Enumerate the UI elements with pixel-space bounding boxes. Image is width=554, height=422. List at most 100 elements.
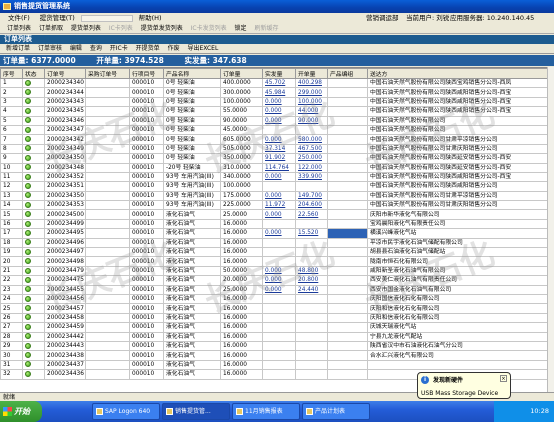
table-cell: [85, 87, 130, 98]
table-cell: 液化石油气: [163, 350, 221, 361]
taskbar-item-report[interactable]: 11月销售报表: [232, 403, 300, 420]
table-row[interactable]: 10 2000234348 000010 -20号 轻柴油 310.0000 114.76…: [0, 162, 554, 173]
status-ok-icon: [25, 211, 31, 218]
new-order-button[interactable]: 新增订单: [3, 44, 33, 54]
tab-lock[interactable]: 锁定: [232, 24, 250, 34]
table-row[interactable]: 8 2000234349 000010 0号 轻柴油 505.0000 37.314 467…: [0, 143, 554, 155]
column-header[interactable]: 状态: [22, 68, 45, 79]
order-grid[interactable]: 序号 状态 订单号 采购订单号 行项目号 产品名称 订单量 实发量 开单量 产品编组 送达方 1 20…: [0, 67, 554, 392]
void-button[interactable]: 作废: [165, 44, 183, 54]
table-row[interactable]: 29 2000234443 000010 液化石油气 16.0000 陕西省汉中市石油液化…: [0, 340, 554, 352]
table-cell: [327, 181, 368, 192]
table-row[interactable]: 30 2000234438 000010 液化石油气 16.0000 合水汇兴液化气有限公…: [0, 350, 554, 361]
table-row[interactable]: 5 2000234346 000010 0号 轻柴油 90.0000 0.000 90.00…: [0, 115, 554, 126]
tab-order-list[interactable]: 订单列表: [4, 24, 34, 34]
table-cell: 2000234479: [44, 265, 86, 277]
table-row[interactable]: 28 2000234442 000010 液化石油气 16.0000 宁县九龙液化气配站: [0, 331, 554, 342]
tab-delivery-ship-list[interactable]: 提货单发货列表: [138, 24, 186, 34]
table-row[interactable]: 12 2000234351 000010 93号 车用汽油(III) 100.0000 中…: [0, 181, 554, 192]
table-row[interactable]: 27 2000234459 000010 液化石油气 16.0000 庆城天瑞液化气站: [0, 322, 554, 333]
menu-help[interactable]: 帮助(H): [135, 13, 166, 24]
column-header[interactable]: 序号: [0, 68, 23, 79]
table-cell: 2000234475: [44, 275, 86, 286]
table-cell: 液化石油气: [163, 209, 221, 220]
table-row[interactable]: 15 2000234500 000010 液化石油气 25.0000 0.000 22.56…: [0, 209, 554, 220]
table-row[interactable]: 31 2000234437 000010 液化石油气 16.0000: [0, 359, 554, 371]
status-ok-icon: [25, 136, 31, 143]
start-button[interactable]: 开始: [0, 401, 42, 422]
tab-ic-ship-list[interactable]: IC卡发货列表: [188, 24, 230, 34]
column-header[interactable]: 产品名称: [163, 68, 221, 79]
table-row[interactable]: 14 2000234353 000010 93号 车用汽油(III) 225.0000 1…: [0, 200, 554, 211]
menu-delivery[interactable]: 提货管理(T): [36, 13, 79, 24]
notification-balloon[interactable]: i × 发现新硬件 USB Mass Storage Device: [417, 372, 511, 399]
table-cell: 中国石油天然气股份有限公司陕西咸阳销售分公司-西宝: [367, 106, 554, 117]
close-icon[interactable]: ×: [500, 375, 507, 382]
table-cell: 37.314: [262, 143, 296, 155]
table-row[interactable]: 4 2000234345 000010 0号 轻柴油 55.0000 0.000 44.00…: [0, 106, 554, 117]
tab-order-fetch[interactable]: 订单抓取: [36, 24, 66, 34]
table-row[interactable]: 22 2000234475 000010 液化石油气 20.0000 0.000 20.80…: [0, 275, 554, 286]
column-header[interactable]: 订单号: [44, 68, 86, 79]
open-ic-card-button[interactable]: 开IC卡: [107, 44, 131, 54]
column-header[interactable]: 实发量: [262, 68, 296, 79]
table-cell: 0.000: [262, 96, 296, 108]
menu-blank[interactable]: [80, 15, 133, 22]
section-title: 订单列表: [0, 35, 554, 44]
taskbar-item-plan[interactable]: 产品计划表: [302, 403, 370, 420]
table-row[interactable]: 20 2000234498 000010 液化石油气 16.0000 陇南市恒石化有限公司: [0, 256, 554, 267]
table-cell: 000010: [129, 171, 164, 183]
table-cell: [85, 115, 130, 126]
table-row[interactable]: 17 2000234495 000010 液化石油气 16.0000 0.000 15.52…: [0, 228, 554, 239]
table-cell: [327, 209, 368, 220]
table-row[interactable]: 16 2000234499 000010 液化石油气 16.0000 宝鸡晨阳液化气有限责…: [0, 218, 554, 230]
table-cell: 310.0000: [220, 162, 263, 173]
status-ok-icon: [25, 117, 31, 124]
taskbar-item-sap[interactable]: SAP Logon 640: [92, 403, 160, 420]
column-header[interactable]: 行项目号: [129, 68, 164, 79]
column-header[interactable]: 开单量: [295, 68, 328, 79]
edit-button[interactable]: 编辑: [67, 44, 85, 54]
tab-delivery-list[interactable]: 提货单列表: [68, 24, 104, 34]
table-row[interactable]: 6 2000234347 000010 0号 轻柴油 45.0000 中国石油天然气股份有…: [0, 124, 554, 136]
table-row[interactable]: 1 2000234340 000010 0号 轻柴油 400.0000 45.702 400…: [0, 77, 554, 89]
table-cell: 000010: [129, 200, 164, 211]
table-cell: 16.0000: [220, 303, 263, 314]
table-cell: 中国石油天然气股份有限公司陕西咸阳销售分公司-西宝: [367, 171, 554, 183]
table-row[interactable]: 13 2000234350 000010 93号 车用汽油(III) 175.0000 0…: [0, 190, 554, 202]
column-header[interactable]: 采购订单号: [85, 68, 130, 79]
table-row[interactable]: 24 2000234456 000010 液化石油气 16.0000 庆阳国信液化石化有限…: [0, 293, 554, 305]
column-header[interactable]: 送达方: [367, 68, 554, 79]
vertical-scrollbar[interactable]: [547, 67, 554, 392]
table-row[interactable]: 7 2000234342 000010 0号 轻柴油 605.0000 0.000 580.…: [0, 134, 554, 145]
approve-order-button[interactable]: 订单审核: [35, 44, 65, 54]
info-icon: i: [421, 376, 429, 384]
table-cell: [262, 331, 296, 342]
table-row[interactable]: 9 2000234350 000010 0号 轻柴油 350.0000 91.902 250…: [0, 153, 554, 164]
tab-ic-card-list[interactable]: IC卡列表: [106, 24, 136, 34]
query-button[interactable]: 查询: [87, 44, 105, 54]
table-row[interactable]: 3 2000234343 000010 0号 轻柴油 100.0000 0.000 100.…: [0, 96, 554, 108]
table-row[interactable]: 19 2000234497 000010 液化石油气 16.0000 胡县县石油液化石油气…: [0, 247, 554, 258]
table-row[interactable]: 26 2000234458 000010 液化石油气 16.0000 庆阳和信液化石化有限…: [0, 312, 554, 324]
table-cell: 149.700: [295, 190, 328, 202]
export-excel-button[interactable]: 导出EXCEL: [185, 44, 222, 54]
table-cell: 中国石油天然气股份有限公司: [367, 115, 554, 126]
tab-refresh-cache[interactable]: 刷新缓存: [251, 24, 281, 34]
table-row[interactable]: 2 2000234344 000010 0号 轻柴油 300.0000 45.984 299…: [0, 87, 554, 98]
column-header[interactable]: 产品编组: [327, 68, 368, 79]
table-row[interactable]: 21 2000234479 000010 液化石油气 50.0000 0.000 48.80…: [0, 265, 554, 277]
table-row[interactable]: 18 2000234496 000010 液化石油气 16.0000 平凉市民宇液化石油气…: [0, 237, 554, 249]
table-cell: 中国石油天然气股份有限公司: [367, 124, 554, 136]
table-cell: [262, 256, 296, 267]
table-row[interactable]: 25 2000234457 000010 液化石油气 16.0000 庆阳和信液化石化有限…: [0, 303, 554, 314]
table-row[interactable]: 23 2000234455 000010 液化石油气 25.0000 0.000 24.44…: [0, 284, 554, 296]
open-delivery-button[interactable]: 开提货单: [133, 44, 163, 54]
table-cell: 90.0000: [220, 115, 263, 126]
menu-file[interactable]: 文件(F): [4, 13, 34, 24]
table-row[interactable]: 11 2000234352 000010 93号 车用汽油(III) 340.0000 0…: [0, 171, 554, 183]
taskbar-item-sales[interactable]: 销售提货管...: [162, 403, 230, 420]
table-cell: 000010: [129, 331, 164, 342]
table-cell: 22.560: [295, 209, 328, 220]
column-header[interactable]: 订单量: [220, 68, 263, 79]
